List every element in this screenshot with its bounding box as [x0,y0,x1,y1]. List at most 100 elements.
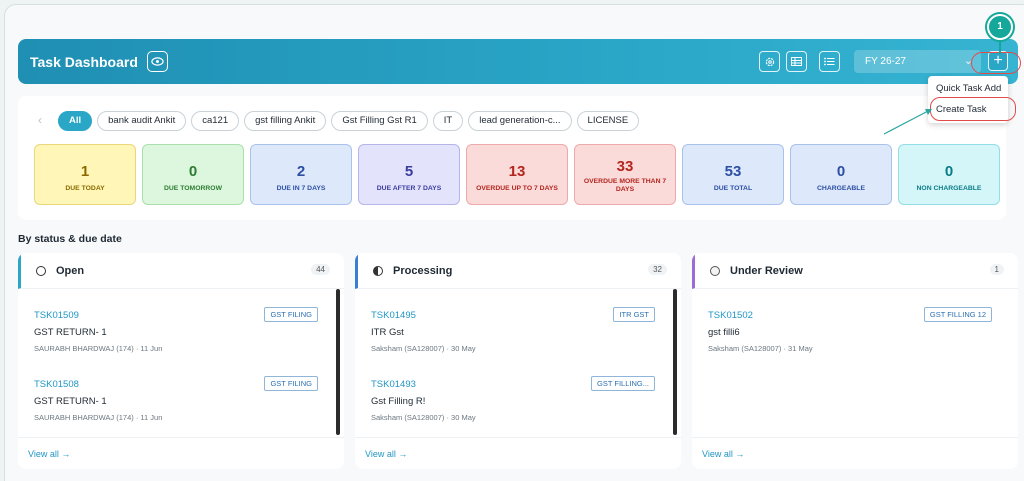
task-tag-badge: GST FILLING... [591,376,655,391]
status-column-header: Open 44 [18,253,344,289]
stat-card[interactable]: 53 DUE TOTAL [682,144,784,205]
filter-chip[interactable]: LICENSE [576,111,640,131]
stat-card[interactable]: 1 DUE TODAY [34,144,136,205]
page-title: Task Dashboard [30,53,138,70]
task-tag-badge: GST FILING [264,376,318,391]
task-card[interactable]: TSK01493 GST FILLING... Gst Filling R! Saks… [371,376,655,422]
filter-chip[interactable]: bank audit Ankit [97,111,187,131]
column-scrollbar[interactable] [673,289,677,435]
task-title: ITR Gst [371,327,404,338]
circle-icon [36,265,46,276]
highlight-ring-add [971,52,1021,74]
toggle-visibility-button[interactable] [146,51,168,72]
stat-card-label: CHARGEABLE [817,185,865,192]
gear-icon [765,57,774,66]
column-scrollbar[interactable] [336,289,340,435]
task-title: GST RETURN- 1 [34,396,107,407]
filter-chip[interactable]: All [58,111,93,131]
stat-card[interactable]: 13 OVERDUE UP TO 7 DAYS [466,144,568,205]
pointer-arrow [883,109,932,135]
task-meta: Saksham (SA128007) · 30 May [371,344,476,353]
stat-card-label: NON CHARGEABLE [916,185,982,192]
stat-card[interactable]: 2 DUE IN 7 DAYS [250,144,352,205]
status-column-header: Under Review 1 [692,253,1018,289]
stat-card-label: OVERDUE UP TO 7 DAYS [476,185,558,192]
task-meta: SAURABH BHARDWAJ (174) · 11 Jun [34,413,163,422]
column-divider [692,437,1018,438]
step-marker: 1 [987,14,1013,40]
table-icon [791,57,802,66]
eye-icon [151,57,164,66]
status-count-badge: 1 [989,264,1004,275]
task-title: gst filli6 [708,327,740,338]
stat-card-value: 0 [944,163,954,180]
clock-icon [710,265,720,276]
filter-chip[interactable]: Gst Filling Gst R1 [331,111,428,131]
chevron-left-icon[interactable]: ‹ [38,113,42,127]
dashboard-header: Task Dashboard FY 26-27 ⌄ + [18,39,1018,84]
stat-cards: 1 DUE TODAY 0 DUE TOMORROW 2 DUE IN 7 DAYS 5 DU… [34,144,1000,205]
step-marker-stem [999,40,1001,54]
status-column-header: Processing 32 [355,253,681,289]
stat-card[interactable]: 5 DUE AFTER 7 DAYS [358,144,460,205]
view-all-link[interactable]: View all → [365,449,407,459]
filter-chip[interactable]: lead generation-c... [468,111,572,131]
view-all-link[interactable]: View all → [702,449,744,459]
task-meta: Saksham (SA128007) · 30 May [371,413,476,422]
filter-chip[interactable]: gst filling Ankit [244,111,327,131]
status-count-badge: 44 [311,264,330,275]
settings-button[interactable] [759,51,780,72]
task-meta: Saksham (SA128007) · 31 May [708,344,813,353]
stat-card[interactable]: 33 OVERDUE MORE THAN 7 DAYS [574,144,676,205]
stat-card-label: DUE IN 7 DAYS [276,185,326,192]
filter-chip[interactable]: IT [432,111,464,131]
status-column-title: Under Review [730,264,803,277]
list-icon [824,57,835,66]
status-column: Under Review 1 TSK01502 GST FILLING 12 gst f… [692,253,1018,469]
status-column: Processing 32 TSK01495 ITR GST ITR Gst Saksha… [355,253,681,469]
task-card[interactable]: TSK01502 GST FILLING 12 gst filli6 Saksham … [708,307,992,353]
stat-card-label: DUE TOMORROW [163,185,223,192]
filter-chips: All bank audit Ankit ca121 gst filling Anki… [58,111,640,131]
highlight-ring-create [930,97,1016,121]
stat-card-value: 1 [80,163,90,180]
task-card[interactable]: TSK01509 GST FILING GST RETURN- 1 SAURABH B… [34,307,318,353]
stat-card-label: DUE TODAY [65,185,105,192]
stat-card[interactable]: 0 DUE TOMORROW [142,144,244,205]
column-divider [355,437,681,438]
status-column: Open 44 TSK01509 GST FILING GST RETURN- 1 SAU… [18,253,344,469]
stat-card-value: 13 [508,163,526,180]
column-divider [18,437,344,438]
task-title: Gst Filling R! [371,396,426,407]
stat-card-value: 53 [724,163,742,180]
task-card[interactable]: TSK01508 GST FILING GST RETURN- 1 SAURABH B… [34,376,318,422]
task-meta: SAURABH BHARDWAJ (174) · 11 Jun [34,344,163,353]
task-id[interactable]: TSK01495 [371,310,655,321]
half-circle-icon [373,265,383,276]
filter-chip[interactable]: ca121 [191,111,240,131]
stat-card[interactable]: 0 CHARGEABLE [790,144,892,205]
status-count-badge: 32 [648,264,667,275]
list-view-button[interactable] [819,51,840,72]
table-view-button[interactable] [786,51,807,72]
status-column-title: Processing [393,264,453,277]
task-title: GST RETURN- 1 [34,327,107,338]
stat-card-value: 0 [188,163,198,180]
section-title: By status & due date [18,233,122,245]
stat-card-value: 0 [836,163,846,180]
task-card[interactable]: TSK01495 ITR GST ITR Gst Saksham (SA128007)… [371,307,655,353]
task-tag-badge: ITR GST [613,307,655,322]
task-tag-badge: GST FILING [264,307,318,322]
stat-card-label: DUE AFTER 7 DAYS [376,185,442,192]
view-all-link[interactable]: View all → [28,449,70,459]
fy-select[interactable]: FY 26-27 ⌄ [854,50,981,73]
stat-card-value: 5 [404,163,414,180]
stat-card-label: DUE TOTAL [713,185,753,192]
stat-card-value: 2 [296,163,306,180]
stat-card-label: OVERDUE MORE THAN 7 DAYS [583,178,667,193]
task-tag-badge: GST FILLING 12 [923,307,992,322]
status-column-title: Open [56,264,85,277]
quick-task-add-item[interactable]: Quick Task Add [936,83,1001,94]
stat-card[interactable]: 0 NON CHARGEABLE [898,144,1000,205]
fy-select-value: FY 26-27 [865,56,906,67]
